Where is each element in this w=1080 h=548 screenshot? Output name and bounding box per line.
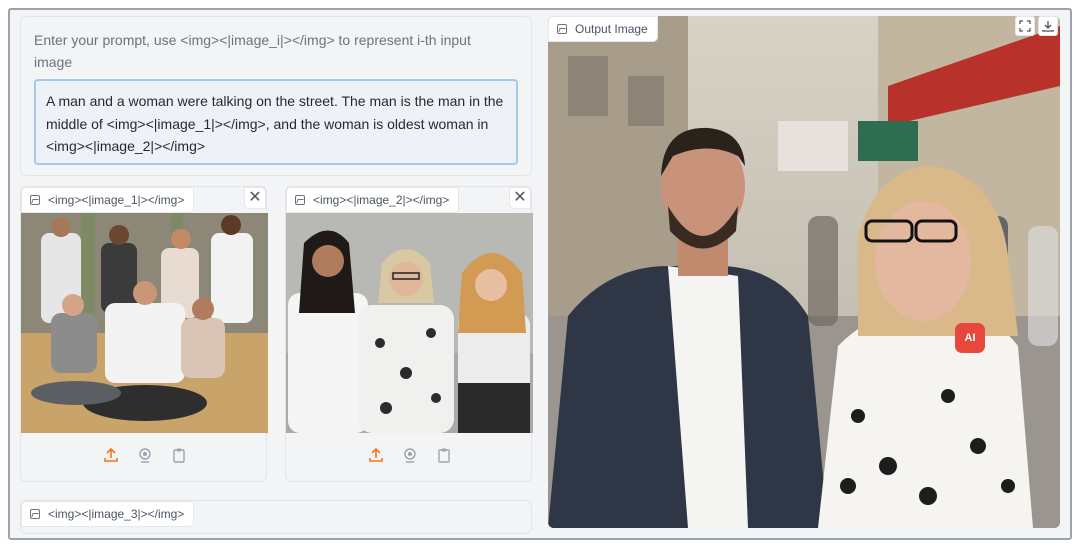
clipboard-icon[interactable] — [434, 445, 454, 465]
image-3-label: <img><|image_3|></img> — [48, 507, 185, 521]
image-input-3[interactable]: <img><|image_3|></img> — [20, 500, 532, 534]
prompt-textarea[interactable]: A man and a woman were talking on the st… — [34, 79, 518, 165]
output-label-chip: Output Image — [548, 16, 658, 42]
output-label: Output Image — [575, 22, 648, 36]
image-2-label-chip: <img><|image_2|></img> — [286, 187, 460, 213]
image-1-toolbar — [21, 445, 268, 467]
output-image-panel: Output Image AI — [548, 16, 1060, 528]
image-icon — [557, 24, 567, 34]
clipboard-icon[interactable] — [169, 445, 189, 465]
image-icon — [30, 509, 40, 519]
image-icon — [295, 195, 305, 205]
app-frame: Enter your prompt, use <img><|image_i|><… — [8, 8, 1072, 540]
image-2-photo — [286, 213, 533, 433]
image-2-label: <img><|image_2|></img> — [313, 193, 450, 207]
output-photo — [548, 16, 1060, 528]
image-1-label: <img><|image_1|></img> — [48, 193, 185, 207]
ai-badge: AI — [964, 332, 976, 344]
image-1-label-chip: <img><|image_1|></img> — [21, 187, 195, 213]
webcam-icon[interactable] — [135, 445, 155, 465]
image-3-label-chip: <img><|image_3|></img> — [21, 501, 195, 527]
upload-icon[interactable] — [101, 445, 121, 465]
image-icon — [30, 195, 40, 205]
image-1-photo — [21, 213, 268, 433]
fullscreen-icon[interactable] — [1015, 16, 1035, 36]
download-icon[interactable] — [1038, 16, 1058, 36]
image-input-2[interactable]: <img><|image_2|></img> ✕ — [285, 186, 533, 482]
prompt-label: Enter your prompt, use <img><|image_i|><… — [34, 32, 471, 70]
output-actions — [1015, 16, 1058, 36]
prompt-block: Enter your prompt, use <img><|image_i|><… — [20, 16, 532, 176]
upload-icon[interactable] — [366, 445, 386, 465]
close-button[interactable]: ✕ — [244, 187, 266, 209]
close-button[interactable]: ✕ — [509, 187, 531, 209]
image-2-toolbar — [286, 445, 533, 467]
webcam-icon[interactable] — [400, 445, 420, 465]
image-input-1[interactable]: <img><|image_1|></img> ✕ — [20, 186, 268, 482]
